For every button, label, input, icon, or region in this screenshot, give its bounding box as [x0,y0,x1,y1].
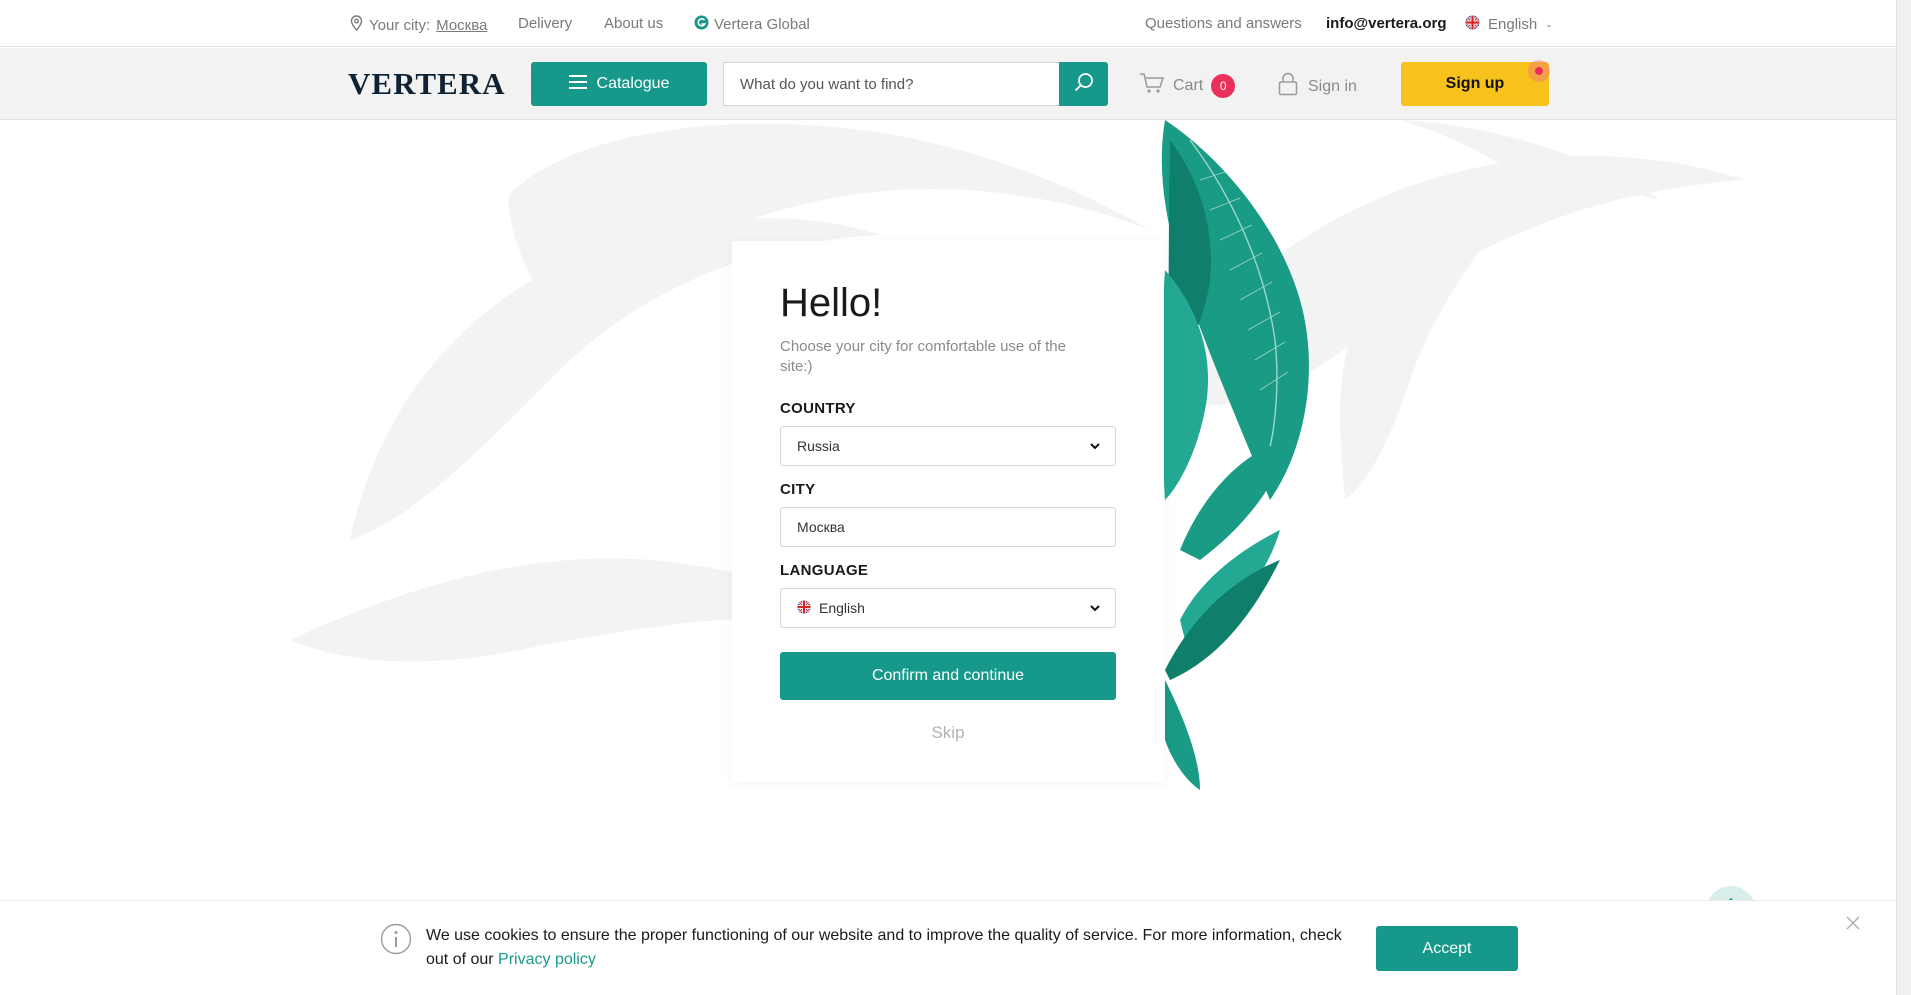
language-label: LANGUAGE [780,562,869,579]
city-link[interactable]: Москва [436,17,487,34]
chevron-down-icon [1089,439,1101,455]
confirm-button[interactable]: Confirm and continue [780,652,1116,700]
catalogue-button[interactable]: Catalogue [531,62,707,106]
lock-icon [1278,72,1298,101]
menu-icon [568,74,587,94]
city-prefix: Your city: [369,16,431,34]
search-icon [1074,72,1094,97]
accept-cookies-button[interactable]: Accept [1376,926,1518,971]
cookie-banner: We use cookies to ensure the proper func… [0,900,1896,995]
privacy-policy-link[interactable]: Privacy policy [498,951,596,968]
globe-icon [694,15,709,34]
city-selection-modal: Hello! Choose your city for comfortable … [732,241,1164,782]
notification-dot [1528,60,1550,82]
chevron-down-icon: ⌄ [1545,19,1553,29]
language-value: English [819,600,865,616]
flag-uk-icon [1465,15,1480,34]
modal-title: Hello! [780,281,883,325]
signin-label: Sign in [1308,77,1357,95]
info-icon [380,923,412,960]
cart-count-badge: 0 [1211,73,1236,98]
cart-label: Cart [1173,76,1204,94]
city-label: CITY [780,481,816,498]
country-value: Russia [797,438,840,454]
search-button[interactable] [1059,62,1108,106]
location-pin-icon [350,15,363,35]
main-header: VERTERA Catalogue Cart 0 Sign in Sign up [0,48,1896,120]
faq-link[interactable]: Questions and answers [1145,15,1302,32]
vertera-global-link[interactable]: Vertera Global [694,15,810,34]
modal-subtitle: Choose your city for comfortable use of … [780,338,1066,375]
top-bar: Your city: Москва Delivery About us Vert… [0,0,1896,47]
catalogue-label: Catalogue [596,75,670,92]
country-label: COUNTRY [780,400,856,417]
country-select[interactable]: Russia [780,426,1116,466]
close-icon[interactable] [1845,915,1861,936]
city-selector[interactable]: Your city: Москва [350,15,487,35]
about-link[interactable]: About us [604,15,663,32]
vertera-logo[interactable]: VERTERA [348,66,506,102]
cart-button[interactable]: Cart 0 [1139,72,1236,99]
flag-uk-icon [797,599,811,617]
email-link[interactable]: info@vertera.org [1326,15,1446,32]
chevron-down-icon [1089,601,1101,617]
city-value: Москва [797,519,845,535]
language-label: English [1488,16,1538,33]
signup-button[interactable]: Sign up [1401,62,1549,106]
page-scrollbar[interactable] [1896,0,1911,995]
search-input[interactable] [723,62,1059,106]
language-select[interactable]: English [780,588,1116,628]
delivery-link[interactable]: Delivery [518,15,572,32]
search-bar [723,62,1108,106]
vertera-global-label: Vertera Global [714,16,810,33]
signin-button[interactable]: Sign in [1278,72,1357,101]
skip-link[interactable]: Skip [732,723,1164,743]
language-dropdown[interactable]: English ⌄ [1465,15,1553,34]
city-input[interactable]: Москва [780,507,1116,547]
cart-icon [1139,72,1165,99]
cookie-message: We use cookies to ensure the proper func… [426,924,1346,972]
